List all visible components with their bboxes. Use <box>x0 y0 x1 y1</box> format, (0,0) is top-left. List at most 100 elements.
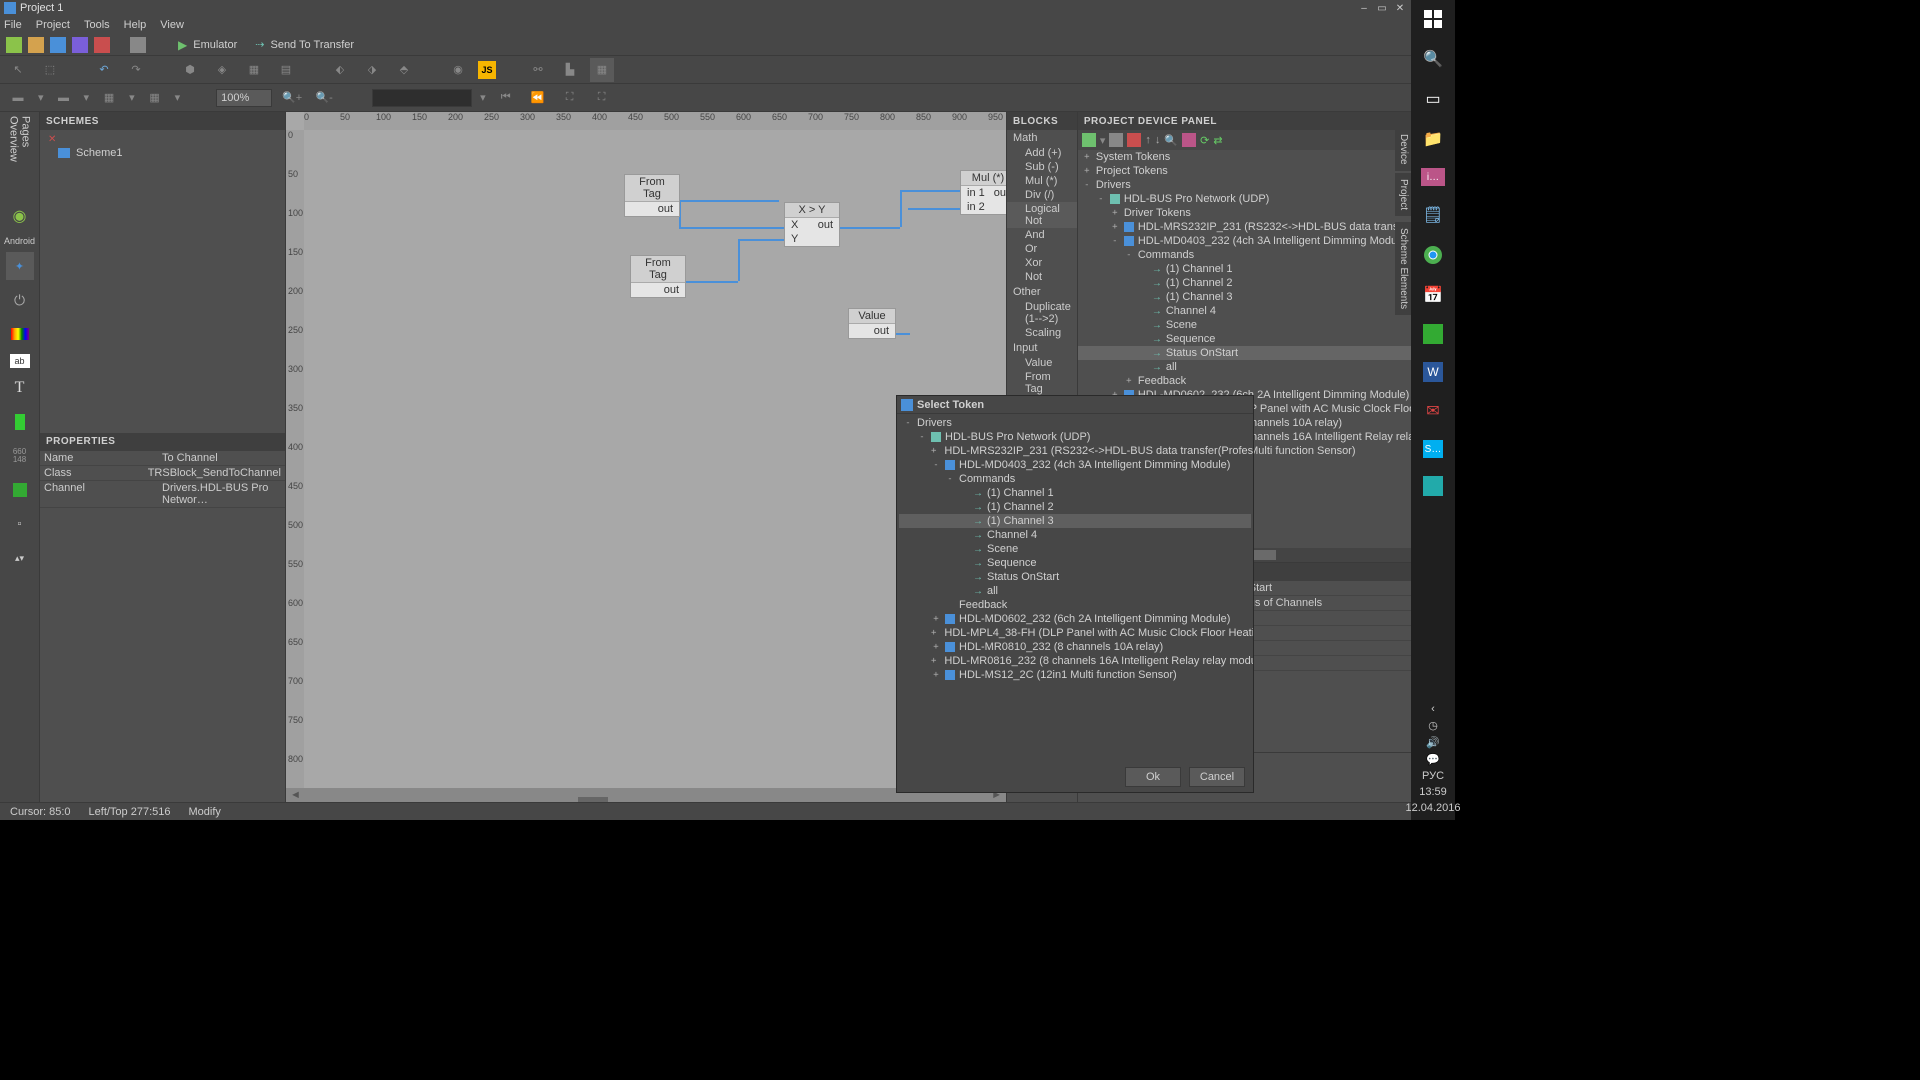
up-icon[interactable]: ↑ <box>1145 134 1151 146</box>
tree-row[interactable]: -Commands <box>1078 248 1411 262</box>
zoom-in-icon[interactable]: 🔍+ <box>280 86 304 110</box>
blocks-item[interactable]: Logical Not <box>1007 202 1077 228</box>
search-icon[interactable]: 🔍 <box>1422 48 1444 70</box>
transfer-icon[interactable]: ⇢ <box>255 38 264 51</box>
shape1-icon[interactable]: ⬖ <box>328 58 352 82</box>
menu-view[interactable]: View <box>160 19 184 31</box>
power-button[interactable]: ⏻ <box>6 286 34 314</box>
blocks-item[interactable]: Mul (*) <box>1007 174 1077 188</box>
save-icon[interactable] <box>50 37 66 53</box>
down-icon[interactable]: ↓ <box>1155 134 1161 146</box>
menu-tools[interactable]: Tools <box>84 19 110 31</box>
zoom-combo[interactable]: 100% <box>216 89 272 107</box>
tree-row[interactable]: →all <box>1078 360 1411 374</box>
blocks-item[interactable]: Scaling <box>1007 326 1077 340</box>
tree-row[interactable]: -HDL-BUS Pro Network (UDP) <box>1078 192 1411 206</box>
tree-row[interactable]: -Drivers <box>899 416 1251 430</box>
link-icon[interactable]: ⚯ <box>526 58 550 82</box>
tree-row[interactable]: →(1) Channel 3 <box>1078 290 1411 304</box>
dock-project[interactable]: Project <box>1395 173 1411 216</box>
pointer-icon[interactable]: ↖ <box>6 58 30 82</box>
block-from-tag-2[interactable]: From Tag out <box>630 255 686 298</box>
rect-button[interactable] <box>6 408 34 436</box>
delete-icon[interactable] <box>1127 133 1141 147</box>
emulator-button[interactable]: Emulator <box>193 39 237 51</box>
app-i[interactable]: i… <box>1421 168 1445 186</box>
tray-date[interactable]: 12.04.2016 <box>1405 802 1460 814</box>
tray-lang[interactable]: РУС <box>1422 770 1444 782</box>
color-button[interactable] <box>6 320 34 348</box>
chart-icon[interactable]: ▙ <box>558 58 582 82</box>
tray-expand-icon[interactable]: ‹ <box>1431 703 1435 715</box>
text-button[interactable]: T <box>6 374 34 402</box>
blocks-item[interactable]: Xor <box>1007 256 1077 270</box>
copy-icon[interactable] <box>1109 133 1123 147</box>
ungroup-icon[interactable]: ◈ <box>210 58 234 82</box>
dialog-tree[interactable]: -Drivers-HDL-BUS Pro Network (UDP) +HDL-M… <box>897 414 1253 762</box>
new-icon[interactable] <box>6 37 22 53</box>
explorer-icon[interactable]: 📁 <box>1422 128 1444 150</box>
save-as-icon[interactable] <box>72 37 88 53</box>
block-mul[interactable]: Mul (*) in 1out in 2 <box>960 170 1006 215</box>
tree-row[interactable]: -HDL-MD0403_232 (4ch 3A Intelligent Dimm… <box>899 458 1251 472</box>
tree-row[interactable]: →Channel 4 <box>1078 304 1411 318</box>
mail-icon[interactable]: ✉ <box>1422 400 1444 422</box>
group-icon[interactable]: ⬢ <box>178 58 202 82</box>
first-icon[interactable]: ⏮ <box>494 86 518 110</box>
misc-button[interactable]: ▫ <box>6 510 34 538</box>
word-icon[interactable]: W <box>1423 362 1443 382</box>
tree-row[interactable]: +HDL-MPL4_38-FH (DLP Panel with AC Music… <box>899 626 1251 640</box>
tag-icon[interactable] <box>1182 133 1196 147</box>
android-button[interactable]: ◉ <box>6 202 34 230</box>
tree-row[interactable]: →(1) Channel 3 <box>899 514 1251 528</box>
tree-row[interactable]: →(1) Channel 2 <box>899 500 1251 514</box>
blocks-item[interactable]: Value <box>1007 356 1077 370</box>
scheme-item[interactable]: Scheme1 <box>44 145 281 161</box>
scheme-close-icon[interactable]: ✕ <box>44 134 281 145</box>
tray-network-icon[interactable]: ◷ <box>1428 719 1438 732</box>
tree-row[interactable]: →(1) Channel 1 <box>899 486 1251 500</box>
align2-icon[interactable]: ▬ <box>52 86 76 110</box>
tree-row[interactable]: →Status OnStart <box>899 570 1251 584</box>
tree-row[interactable]: →Scene <box>1078 318 1411 332</box>
tree-row[interactable]: →Scene <box>899 542 1251 556</box>
green-button[interactable] <box>6 476 34 504</box>
tree-row[interactable]: -HDL-BUS Pro Network (UDP) <box>899 430 1251 444</box>
fit2-icon[interactable]: ⛶ <box>590 86 614 110</box>
tree-row[interactable]: -HDL-MD0403_232 (4ch 3A Intelligent Dimm… <box>1078 234 1411 248</box>
align3-icon[interactable]: ▦ <box>97 86 121 110</box>
menu-project[interactable]: Project <box>36 19 70 31</box>
tree-row[interactable]: +Project Tokens <box>1078 164 1411 178</box>
tree-row[interactable]: +Driver Tokens <box>1078 206 1411 220</box>
prev-icon[interactable]: ⏪ <box>526 86 550 110</box>
tree-row[interactable]: -Drivers <box>1078 178 1411 192</box>
skype-icon[interactable]: S… <box>1423 440 1443 458</box>
tree-row[interactable]: +Feedback <box>1078 374 1411 388</box>
props-row[interactable]: ClassTRSBlock_SendToChannel <box>40 466 285 481</box>
props-row[interactable]: ChannelDrivers.HDL-BUS Pro Networ… <box>40 481 285 508</box>
maximize-button[interactable]: ▭ <box>1375 1 1389 15</box>
tray-volume-icon[interactable]: 🔊 <box>1426 736 1440 749</box>
dock-scheme-elements[interactable]: Scheme Elements <box>1395 222 1411 315</box>
export-icon[interactable] <box>94 37 110 53</box>
ab-button[interactable]: ab <box>10 354 30 368</box>
tree-row[interactable]: →Channel 4 <box>899 528 1251 542</box>
tree-row[interactable]: +HDL-MR0816_232 (8 channels 16A Intellig… <box>899 654 1251 668</box>
menu-file[interactable]: File <box>4 19 22 31</box>
tree-row[interactable]: -Commands <box>899 472 1251 486</box>
pages-tab[interactable]: Pages Overview <box>6 116 34 196</box>
start-icon[interactable] <box>1422 8 1444 30</box>
props-row[interactable]: NameTo Channel <box>40 451 285 466</box>
chrome-icon[interactable] <box>1422 244 1444 266</box>
blocks-item[interactable]: Duplicate (1-->2) <box>1007 300 1077 326</box>
upload-icon[interactable] <box>130 37 146 53</box>
close-button[interactable]: ✕ <box>1393 1 1407 15</box>
blocks-item[interactable]: Or <box>1007 242 1077 256</box>
notes-icon[interactable]: 🗒 <box>1422 204 1444 226</box>
block-x-gt-y[interactable]: X > Y Xout Y <box>784 202 840 247</box>
tree-row[interactable]: →(1) Channel 2 <box>1078 276 1411 290</box>
minimize-button[interactable]: – <box>1357 1 1371 15</box>
tree-row[interactable]: →Sequence <box>1078 332 1411 346</box>
undo-icon[interactable]: ↶ <box>92 58 116 82</box>
open-icon[interactable] <box>28 37 44 53</box>
